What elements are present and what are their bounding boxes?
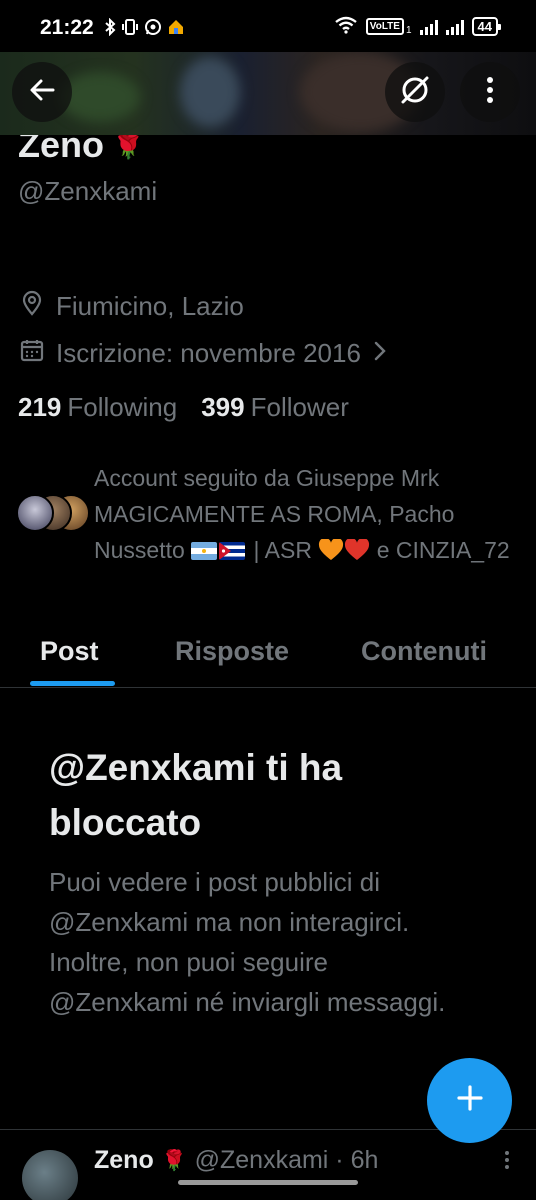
- joined-text: Iscrizione: novembre 2016: [56, 338, 361, 368]
- status-notification-icons: [104, 17, 185, 40]
- post-more-options[interactable]: [504, 1150, 510, 1170]
- followed-by-last-name: CINZIA_72: [395, 537, 510, 563]
- battery-indicator: 44: [471, 17, 502, 36]
- tab-risposte[interactable]: Risposte: [175, 636, 289, 667]
- followed-by-asr: | ASR: [253, 537, 312, 563]
- vibrate-icon: [121, 18, 139, 40]
- status-right-icons: VoLTE 1 44: [334, 16, 502, 37]
- home-indicator[interactable]: [178, 1180, 358, 1185]
- volte-badge: VoLTE: [365, 18, 404, 35]
- wifi-icon: [334, 16, 358, 37]
- more-options-button[interactable]: [460, 62, 520, 122]
- followers-count: 399: [201, 392, 245, 422]
- post-header: Zeno 🌹 @Zenxkami · 6h: [94, 1146, 378, 1175]
- signal-strength-sim1-icon: [419, 19, 438, 35]
- red-heart-icon: [344, 537, 370, 563]
- avatar: [16, 494, 54, 532]
- grok-button[interactable]: [385, 62, 445, 122]
- tab-post[interactable]: Post: [40, 636, 99, 667]
- post-rose-emoji: 🌹: [161, 1150, 187, 1172]
- post-author-avatar[interactable]: [22, 1150, 78, 1200]
- blocked-description: Puoi vedere i post pubblici di @Zenxkami…: [49, 867, 446, 1017]
- cuba-flag-icon: [219, 542, 246, 560]
- followed-by-text: Account seguito da Giuseppe Mrk MAGICAME…: [94, 460, 526, 568]
- profile-handle: @Zenxkami: [18, 176, 158, 206]
- compose-post-button[interactable]: [427, 1058, 512, 1143]
- signal-strength-sim2-icon: [445, 19, 464, 35]
- blocked-title: @Zenxkami ti ha bloccato: [49, 747, 343, 843]
- profile-tabs: Post Risposte Contenuti: [0, 630, 536, 688]
- followers-label: Follower: [250, 392, 349, 422]
- back-button[interactable]: [12, 62, 72, 122]
- plus-icon: [455, 1083, 485, 1118]
- tab-contenuti[interactable]: Contenuti: [361, 636, 487, 667]
- profile-banner: [0, 52, 536, 135]
- following-count: 219: [18, 392, 62, 422]
- home-app-icon: [167, 18, 185, 40]
- post-author-name[interactable]: Zeno: [94, 1146, 154, 1175]
- more-vertical-icon: [504, 1151, 510, 1175]
- following-link[interactable]: 219 Following: [18, 392, 177, 423]
- followers-link[interactable]: 399 Follower: [201, 392, 349, 423]
- grok-icon: [398, 73, 432, 112]
- location-pin-icon: [20, 290, 44, 323]
- followed-by-and: e: [376, 537, 390, 563]
- status-bar: 21:22 VoLTE 1 44: [0, 0, 536, 52]
- argentina-flag-icon: [191, 542, 218, 560]
- followed-by-avatars: [16, 494, 94, 534]
- whatsapp-icon: [144, 18, 162, 40]
- location-text: Fiumicino, Lazio: [56, 291, 244, 321]
- orange-heart-icon: [318, 537, 344, 563]
- sim-label: 1: [405, 25, 412, 36]
- followed-by-section[interactable]: Account seguito da Giuseppe Mrk MAGICAME…: [16, 460, 526, 568]
- post-meta: @Zenxkami · 6h: [194, 1146, 379, 1174]
- arrow-left-icon: [27, 75, 57, 110]
- calendar-icon: [20, 338, 44, 369]
- profile-joined-date[interactable]: Iscrizione: novembre 2016: [20, 338, 387, 369]
- profile-location: Fiumicino, Lazio: [20, 290, 244, 323]
- follow-counts: 219 Following 399 Follower: [18, 392, 349, 423]
- following-label: Following: [67, 392, 178, 422]
- chevron-right-icon: [373, 338, 387, 369]
- status-time: 21:22: [40, 16, 94, 39]
- more-vertical-icon: [485, 76, 495, 109]
- active-tab-indicator: [30, 681, 115, 686]
- bluetooth-icon: [104, 17, 116, 40]
